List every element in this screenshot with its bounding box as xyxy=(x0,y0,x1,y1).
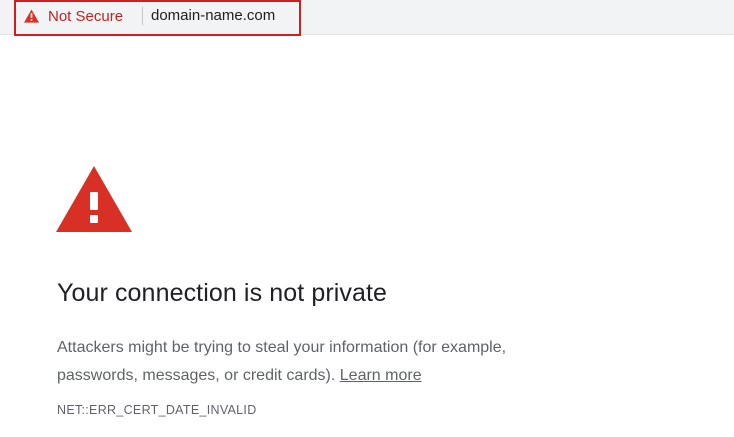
warning-description-text: Attackers might be trying to steal your … xyxy=(57,339,507,384)
page-title: Your connection is not private xyxy=(57,279,388,307)
warning-triangle-icon xyxy=(56,166,132,232)
browser-page: Not Secure domain-name.com Your connecti… xyxy=(0,0,734,437)
learn-more-link[interactable]: Learn more xyxy=(340,367,422,384)
highlight-annotation-box xyxy=(14,0,301,36)
warning-description: Attackers might be trying to steal your … xyxy=(57,334,577,390)
error-code: NET::ERR_CERT_DATE_INVALID xyxy=(57,403,257,417)
